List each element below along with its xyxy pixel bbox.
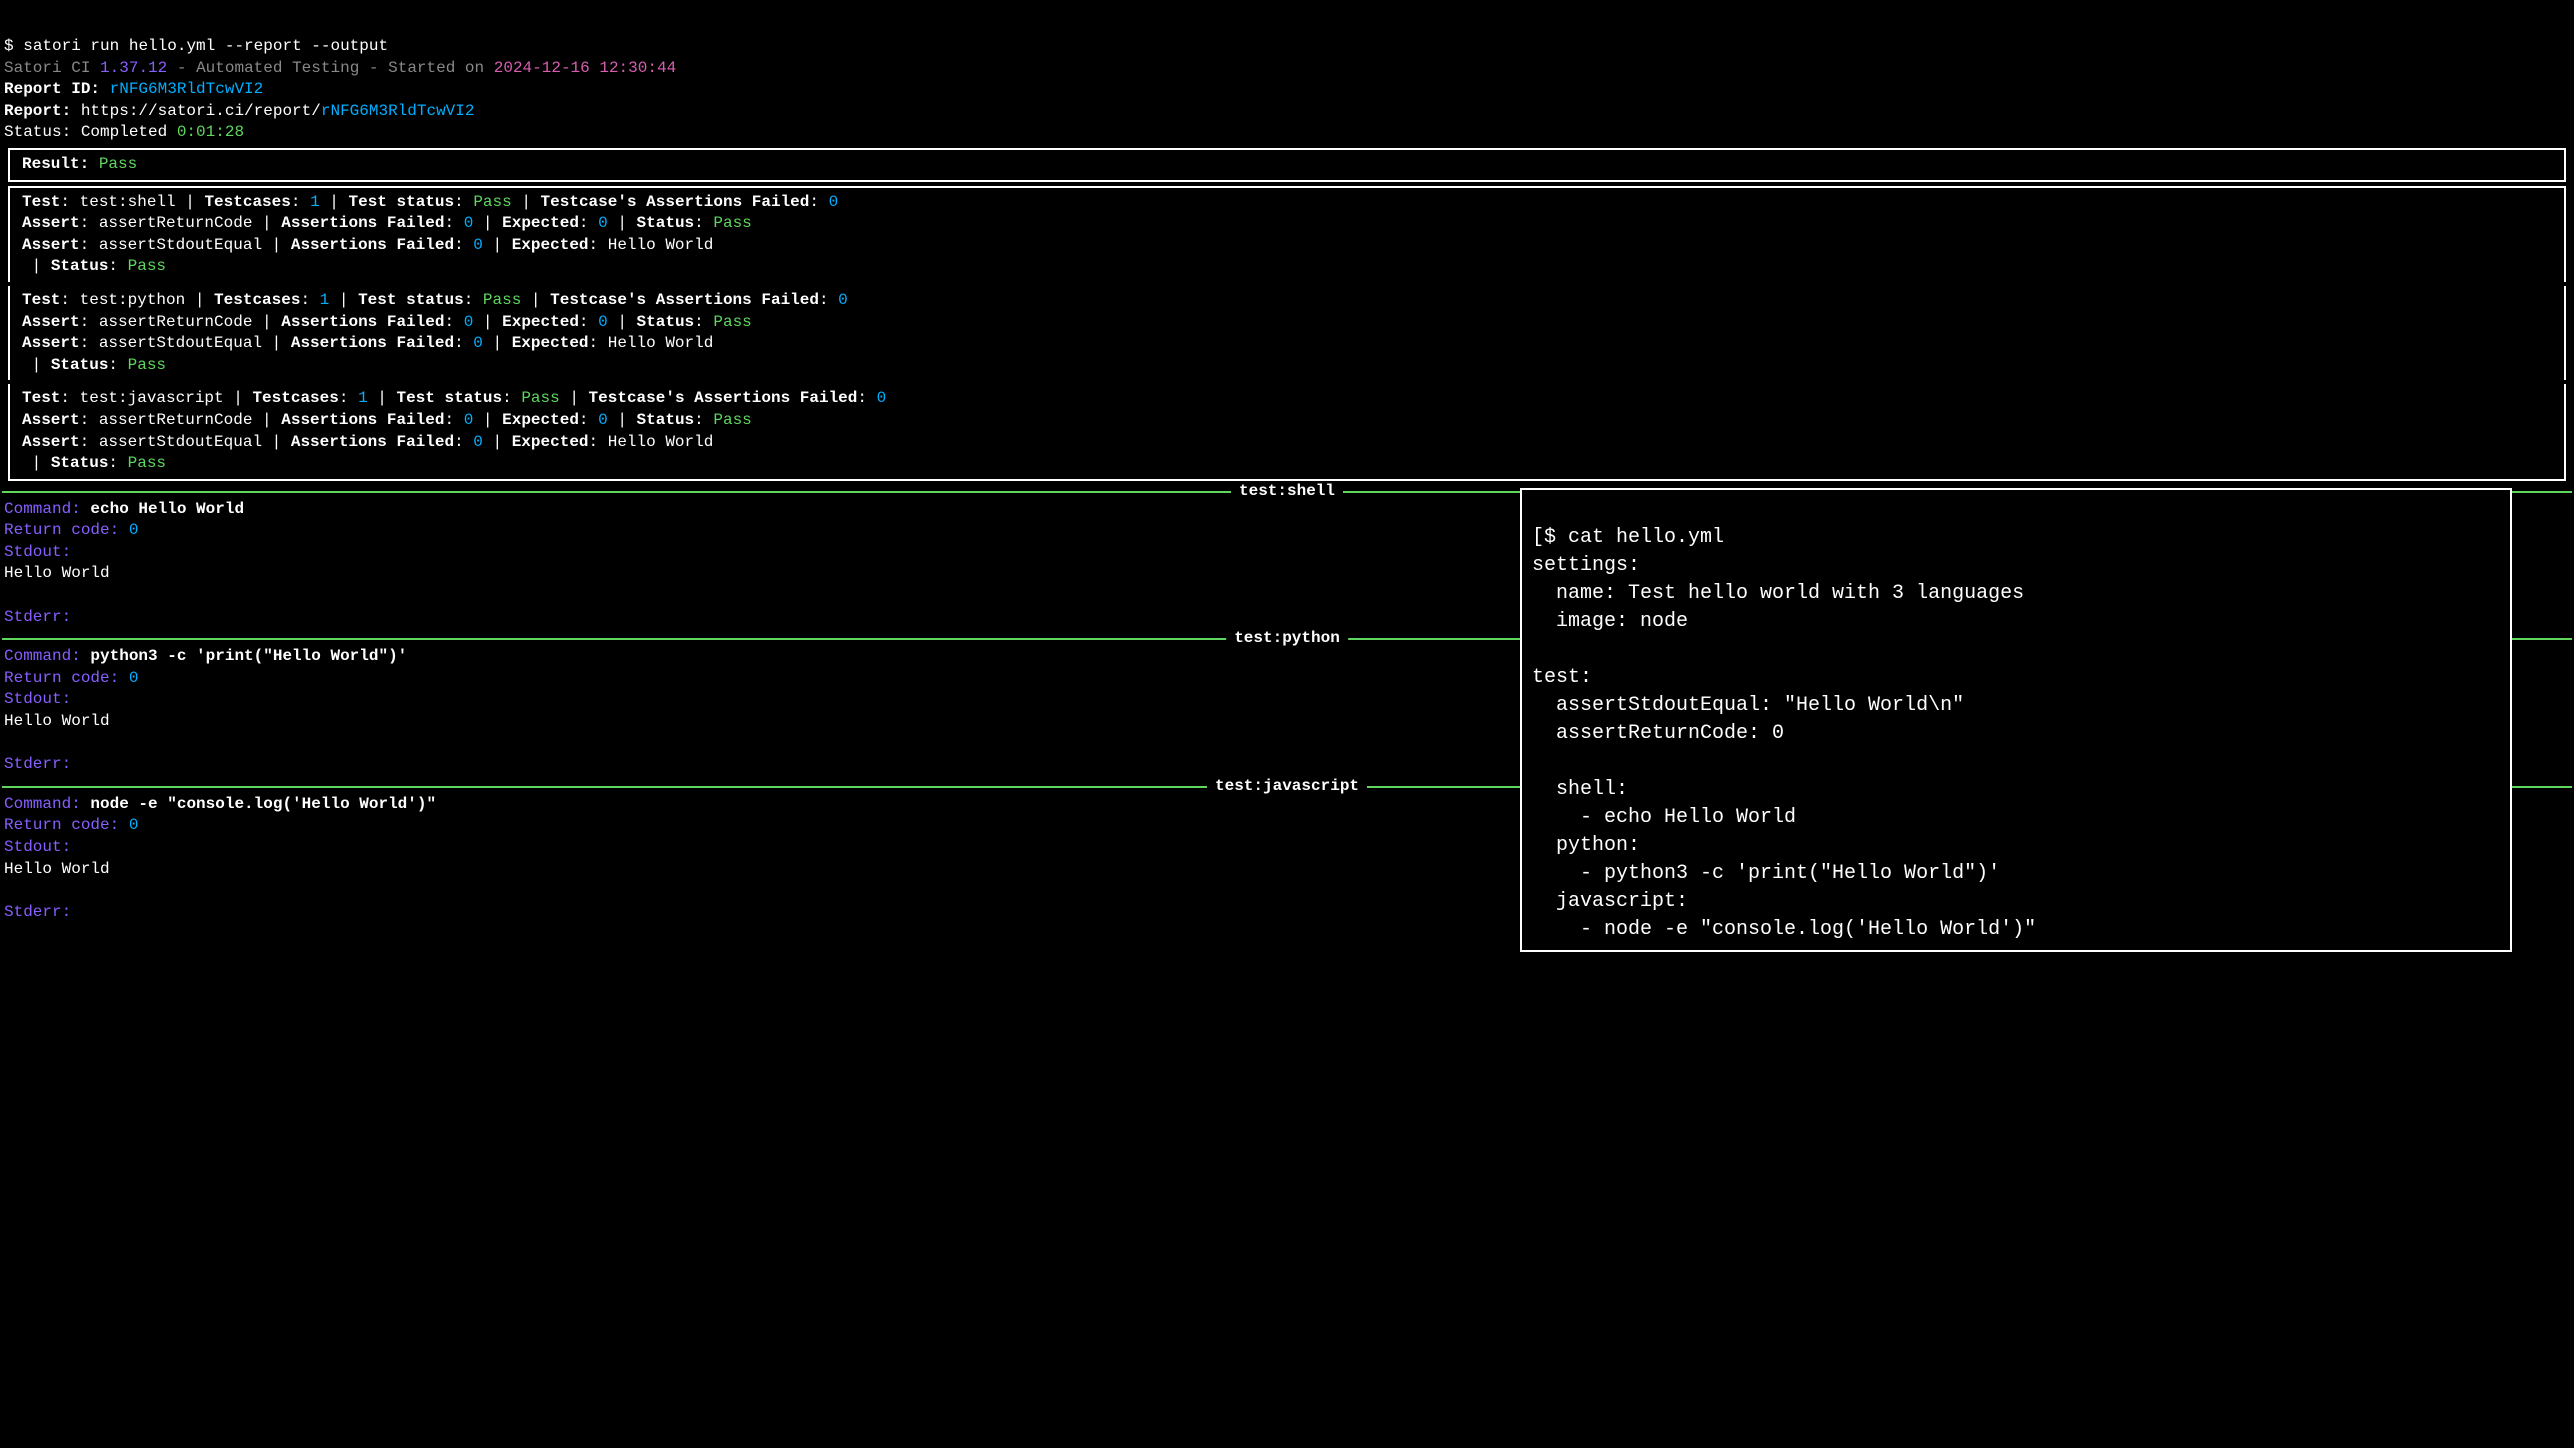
status-line: Status: Completed 0:01:28 [4,122,2572,144]
test-header: Test: test:javascript | Testcases: 1 | T… [22,388,2552,410]
banner-text: Automated Testing [196,59,359,77]
status-value: Completed [81,123,177,141]
divider-label: test:javascript [1207,776,1367,798]
assert-status-line: | Status: Pass [22,355,2552,377]
result-value: Pass [99,155,137,173]
status-label: Status: [4,123,81,141]
report-id-label: Report ID: [4,80,110,98]
prompt: $ [4,37,14,55]
assert-line: Assert: assertReturnCode | Assertions Fa… [22,410,2552,432]
sep: - [167,59,196,77]
assert-line: Assert: assertStdoutEqual | Assertions F… [22,432,2552,454]
app-name: Satori CI [4,59,90,77]
assert-status-line: | Status: Pass [22,256,2552,278]
sep2: - [359,59,388,77]
report-url-id[interactable]: rNFG6M3RldTcwVI2 [321,102,475,120]
assert-line: Assert: assertReturnCode | Assertions Fa… [22,213,2552,235]
cmd-text: satori run hello.yml --report --output [23,37,388,55]
overlay-cmd: [$ cat hello.yml [1532,526,1724,549]
assert-status-line: | Status: Pass [22,453,2552,475]
report-id-value: rNFG6M3RldTcwVI2 [110,80,264,98]
date: 2024-12-16 12:30:44 [494,59,676,77]
report-id-line: Report ID: rNFG6M3RldTcwVI2 [4,79,2572,101]
report-url-prefix[interactable]: https://satori.ci/report/ [81,102,321,120]
yaml-overlay: [$ cat hello.yml settings: name: Test he… [1520,488,2512,952]
command-line: $ satori run hello.yml --report --output [4,36,2572,58]
result-box: Result: Pass [8,148,2566,182]
result-label: Result: [22,155,99,173]
test-header: Test: test:shell | Testcases: 1 | Test s… [22,192,2552,214]
test-box: Test: test:python | Testcases: 1 | Test … [8,286,2566,380]
test-box: Test: test:javascript | Testcases: 1 | T… [8,384,2566,480]
divider-label: test:shell [1231,481,1343,503]
divider-label: test:python [1226,628,1348,650]
test-header: Test: test:python | Testcases: 1 | Test … [22,290,2552,312]
test-box: Test: test:shell | Testcases: 1 | Test s… [8,186,2566,282]
overlay-content: settings: name: Test hello world with 3 … [1532,554,2036,941]
report-label: Report: [4,102,81,120]
report-line: Report: https://satori.ci/report/rNFG6M3… [4,101,2572,123]
assert-line: Assert: assertStdoutEqual | Assertions F… [22,333,2552,355]
assert-line: Assert: assertStdoutEqual | Assertions F… [22,235,2552,257]
assert-line: Assert: assertReturnCode | Assertions Fa… [22,312,2552,334]
status-time: 0:01:28 [177,123,244,141]
banner-text2: Started on [388,59,494,77]
version: 1.37.12 [100,59,167,77]
banner-line: Satori CI 1.37.12 - Automated Testing - … [4,58,2572,80]
